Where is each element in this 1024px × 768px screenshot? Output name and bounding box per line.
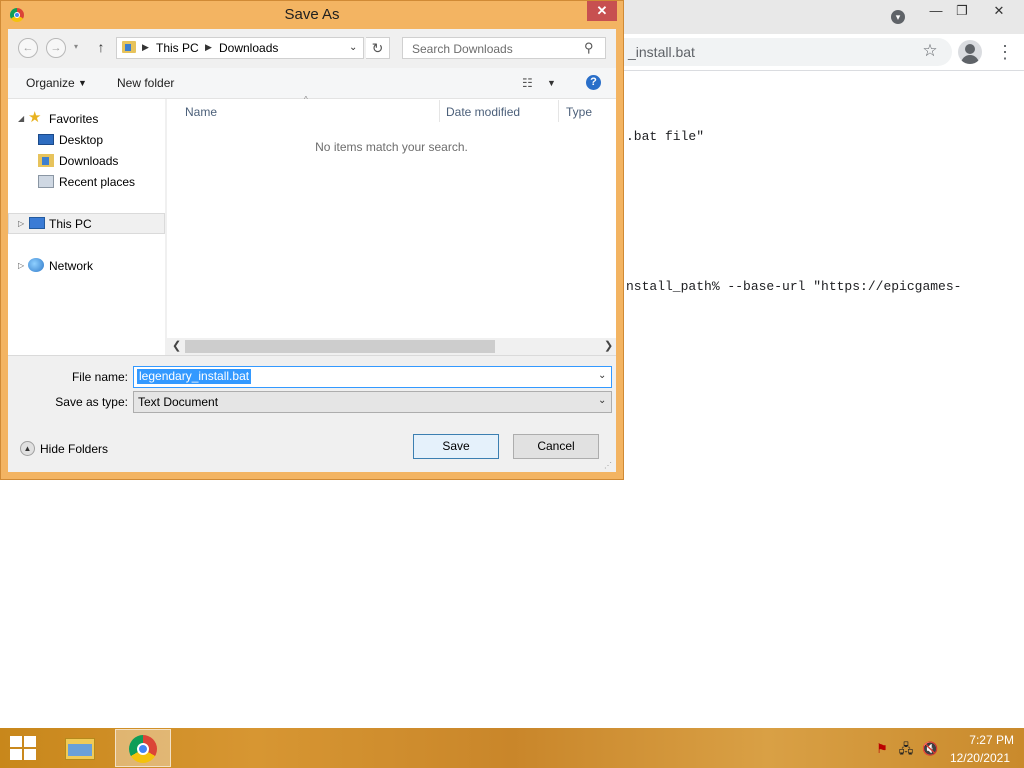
file-name-label: File name: <box>71 370 128 384</box>
back-arrow-icon[interactable]: ← <box>18 38 38 58</box>
resize-grip-icon[interactable]: ⋰ <box>604 461 612 470</box>
favorites-expander-icon[interactable]: ◢ <box>18 114 24 123</box>
save-as-type-chevron-icon[interactable]: ⌄ <box>598 395 606 406</box>
column-header-type[interactable]: Type <box>566 105 592 119</box>
file-name-value[interactable]: legendary_install.bat <box>137 369 252 384</box>
nav-item-network[interactable]: Network <box>49 259 93 273</box>
path-dropdown-chevron-icon[interactable]: ⌄ <box>349 42 357 53</box>
scroll-left-arrow-icon[interactable]: ❮ <box>172 339 181 352</box>
recent-places-icon <box>38 175 54 188</box>
column-divider[interactable] <box>558 100 559 122</box>
view-chevron-icon[interactable]: ▼ <box>547 78 556 88</box>
search-icon[interactable]: ⚲ <box>584 41 598 55</box>
hide-folders-chevron-icon[interactable]: ▲ <box>20 441 35 456</box>
downloads-icon <box>38 154 54 167</box>
profile-avatar[interactable] <box>958 40 982 64</box>
address-bar-text: _install.bat <box>628 44 695 60</box>
save-as-type-label: Save as type: <box>55 395 128 409</box>
file-list[interactable] <box>167 99 616 338</box>
bookmark-star-icon[interactable]: ☆ <box>921 42 939 60</box>
dialog-close-button[interactable]: ✕ <box>587 1 617 21</box>
breadcrumb-this-pc[interactable]: This PC <box>156 41 199 55</box>
start-windows-icon[interactable] <box>10 736 38 762</box>
empty-list-message: No items match your search. <box>315 140 468 154</box>
crumb-chevron-icon[interactable]: ▶ <box>205 42 212 53</box>
clock-time[interactable]: 7:27 PM <box>940 733 1014 747</box>
action-center-flag-icon[interactable]: ⚑ <box>874 741 890 757</box>
this-pc-expander-icon[interactable]: ▷ <box>18 219 24 228</box>
scrollbar-thumb[interactable] <box>185 340 495 353</box>
sort-caret-icon: ^ <box>304 95 308 104</box>
chrome-taskbar-button[interactable] <box>115 729 171 767</box>
nav-item-favorites[interactable]: Favorites <box>49 112 98 126</box>
scroll-right-arrow-icon[interactable]: ❯ <box>604 339 613 352</box>
up-arrow-icon[interactable]: ↑ <box>94 39 108 55</box>
menu-kebab-icon[interactable]: ⋮ <box>996 42 1014 62</box>
search-placeholder: Search Downloads <box>412 42 513 56</box>
nav-item-downloads[interactable]: Downloads <box>59 154 118 168</box>
refresh-icon[interactable]: ↻ <box>366 37 390 59</box>
network-tray-icon[interactable]: 🖧 <box>898 741 914 757</box>
recent-locations-chevron-icon[interactable]: ▾ <box>74 42 78 51</box>
dialog-title: Save As <box>284 6 340 23</box>
clock-date[interactable]: 12/20/2021 <box>940 751 1010 765</box>
organize-button[interactable]: Organize <box>26 76 75 90</box>
this-pc-icon <box>29 217 45 229</box>
restore-icon[interactable]: ❐ <box>947 2 977 22</box>
browser-close-icon[interactable]: ✕ <box>984 2 1014 22</box>
cancel-button[interactable]: Cancel <box>513 434 599 459</box>
nav-item-recent-places[interactable]: Recent places <box>59 175 135 189</box>
downloads-folder-icon <box>122 41 136 53</box>
breadcrumb-downloads[interactable]: Downloads <box>219 41 278 55</box>
hide-folders-button[interactable]: Hide Folders <box>40 442 108 456</box>
save-as-type-value: Text Document <box>138 395 219 409</box>
chrome-taskbar-icon <box>129 735 157 763</box>
save-button[interactable]: Save <box>413 434 499 459</box>
page-code-line: nstall_path% --base-url "https://epicgam… <box>626 279 962 294</box>
nav-item-desktop[interactable]: Desktop <box>59 133 103 147</box>
volume-muted-icon[interactable]: 🔇 <box>922 741 938 757</box>
column-divider[interactable] <box>439 100 440 122</box>
view-options-icon[interactable]: ☷ <box>522 76 533 90</box>
file-name-dropdown-chevron-icon[interactable]: ⌄ <box>598 370 606 381</box>
network-expander-icon[interactable]: ▷ <box>18 261 24 270</box>
tab-search-icon[interactable]: ▾ <box>891 10 905 24</box>
help-icon[interactable]: ? <box>586 75 601 90</box>
page-code-line: .bat file" <box>626 129 705 144</box>
desktop-icon <box>38 134 54 145</box>
favorites-star-icon: ★ <box>28 109 42 126</box>
column-header-name[interactable]: Name <box>185 105 217 119</box>
network-icon <box>28 258 44 272</box>
file-explorer-taskbar-icon[interactable] <box>62 732 98 764</box>
nav-item-this-pc[interactable]: This PC <box>49 217 92 231</box>
new-folder-button[interactable]: New folder <box>117 76 174 90</box>
crumb-chevron-icon[interactable]: ▶ <box>142 42 149 53</box>
organize-chevron-icon[interactable]: ▼ <box>78 78 87 88</box>
column-header-date-modified[interactable]: Date modified <box>446 105 520 119</box>
forward-arrow-icon[interactable]: → <box>46 38 66 58</box>
